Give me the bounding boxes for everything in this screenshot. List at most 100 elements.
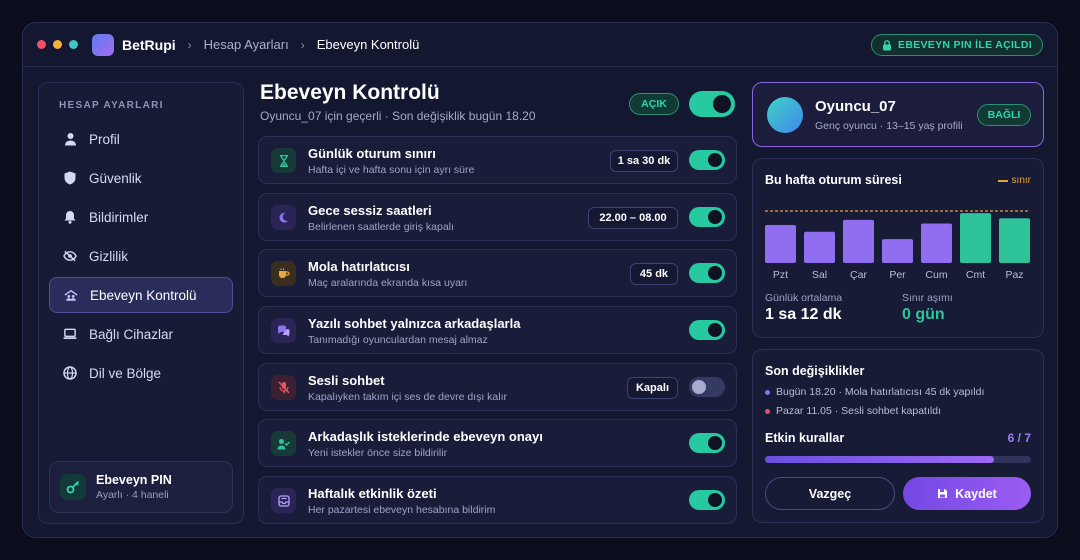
cancel-button[interactable]: Vazgeç — [765, 477, 895, 510]
rule-title: Yazılı sohbet yalnızca arkadaşlarla — [308, 316, 521, 331]
rule-subtitle: Tanımadığı oyunculardan mesaj almaz — [308, 334, 488, 346]
breadcrumb-parental-control: Ebeveyn Kontrolü — [316, 37, 420, 52]
usage-bar-chart: Pzt Sal Çar Per Cum Cmt Paz — [765, 210, 1030, 281]
sidebar-item-notifications[interactable]: Bildirimler — [49, 199, 233, 235]
rule-value-chip[interactable]: 22.00 – 08.00 — [588, 207, 678, 229]
floppy-icon — [938, 489, 948, 498]
save-button[interactable]: Kaydet — [903, 477, 1031, 510]
parent-pin-card[interactable]: Ebeveyn PIN Ayarlı · 4 haneli — [49, 461, 233, 513]
window-controls — [37, 40, 78, 49]
rule-value-chip[interactable]: 45 dk — [630, 263, 678, 285]
pin-badge-label: EBEVEYN PIN İLE AÇILDI — [898, 39, 1032, 51]
master-toggle[interactable] — [689, 91, 735, 117]
page-subtitle: Oyuncu_07 için geçerli · Son değişiklik … — [260, 109, 536, 123]
progress-fill — [765, 456, 994, 463]
rule-subtitle: Kapalıyken takım içi ses de devre dışı k… — [308, 391, 508, 403]
sidebar-item-label: Ebeveyn Kontrolü — [90, 287, 197, 303]
rule-toggle[interactable] — [689, 263, 725, 283]
sidebar-item-label: Güvenlik — [89, 170, 142, 186]
bar-Cum — [921, 223, 952, 263]
bar-Çar — [843, 219, 874, 263]
rule-value-chip[interactable]: 1 sa 30 dk — [610, 150, 678, 172]
avatar — [767, 97, 803, 133]
bar-Cmt — [960, 213, 991, 263]
rule-subtitle: Belirlenen saatlerde giriş kapalı — [308, 221, 454, 233]
family-icon — [64, 288, 78, 302]
limit-legend-swatch — [997, 179, 1008, 182]
brand-logo — [92, 33, 114, 56]
toggle-knob — [708, 153, 722, 167]
title-bar: BetRupi › Hesap Ayarları › Ebeveyn Kontr… — [23, 23, 1057, 67]
status-badge: AÇIK — [629, 93, 679, 115]
hourglass-icon — [271, 148, 296, 173]
sidebar-item-language-region[interactable]: Dil ve Bölge — [49, 355, 233, 391]
player-subtitle: Genç oyuncu · 13–15 yaş profili — [815, 120, 963, 132]
page-title: Ebeveyn Kontrolü — [260, 81, 440, 104]
daily-average-label: Günlük ortalama — [765, 292, 843, 304]
rule-title: Haftalık etkinlik özeti — [308, 486, 437, 501]
brand-name: BetRupi — [122, 36, 176, 53]
sidebar-item-security[interactable]: Güvenlik — [49, 160, 233, 196]
app-window: BetRupi › Hesap Ayarları › Ebeveyn Kontr… — [22, 22, 1058, 538]
usage-title: Bu hafta oturum süresi — [765, 173, 902, 187]
sidebar-item-label: Profil — [89, 131, 120, 147]
changes-title: Son değişiklikler — [765, 364, 865, 378]
rule-night-quiet-hours: Gece sessiz saatleri Belirlenen saatlerd… — [258, 193, 737, 241]
maximize-dot[interactable] — [69, 40, 78, 49]
bar-Sal — [804, 231, 835, 263]
sidebar-item-privacy[interactable]: Gizlilik — [49, 238, 233, 274]
mic-off-icon — [271, 375, 296, 400]
rule-toggle[interactable] — [689, 433, 725, 453]
x-tick-label: Pzt — [773, 269, 788, 281]
rule-toggle[interactable] — [689, 490, 725, 510]
shield-icon — [63, 171, 77, 185]
bullet-dot — [765, 408, 770, 414]
rule-toggle[interactable] — [689, 207, 725, 227]
rule-value-chip[interactable]: Kapalı — [627, 377, 678, 399]
moon-icon — [271, 205, 296, 230]
laptop-icon — [63, 327, 77, 341]
rule-title: Günlük oturum sınırı — [308, 146, 436, 161]
rule-toggle[interactable] — [689, 377, 725, 397]
limit-legend: sınır — [997, 175, 1031, 186]
minimize-dot[interactable] — [53, 40, 62, 49]
bar-Per — [882, 239, 913, 263]
bullet-dot — [765, 389, 770, 395]
sidebar-title: HESAP AYARLARI — [59, 100, 164, 111]
toggle-knob — [708, 266, 722, 280]
breadcrumb-account-settings[interactable]: Hesap Ayarları — [204, 37, 289, 52]
sidebar-item-parental-control[interactable]: Ebeveyn Kontrolü — [49, 277, 233, 313]
pin-title: Ebeveyn PIN — [96, 473, 172, 487]
user-check-icon — [271, 431, 296, 456]
rule-text-chat-friends: Yazılı sohbet yalnızca arkadaşlarla Tanı… — [258, 306, 737, 354]
rule-toggle[interactable] — [689, 150, 725, 170]
sidebar-item-profile[interactable]: Profil — [49, 121, 233, 157]
connected-badge: BAĞLI — [977, 104, 1031, 126]
active-rules-count: 6 / 7 — [1007, 431, 1031, 445]
x-tick-label: Çar — [850, 269, 867, 281]
rule-subtitle: Hafta içi ve hafta sonu için ayrı süre — [308, 164, 475, 176]
rule-subtitle: Maç aralarında ekranda kısa uyarı — [308, 277, 468, 289]
limit-exceed-label: Sınır aşımı — [902, 292, 953, 304]
rule-friend-request-approval: Arkadaşlık isteklerinde ebeveyn onayı Ye… — [258, 419, 737, 467]
sidebar-item-label: Bağlı Cihazlar — [89, 326, 174, 342]
player-profile-card[interactable]: Oyuncu_07 Genç oyuncu · 13–15 yaş profil… — [752, 82, 1044, 147]
coffee-icon — [271, 261, 296, 286]
bar-Pzt — [765, 225, 796, 263]
toggle-knob — [708, 493, 722, 507]
rule-toggle[interactable] — [689, 320, 725, 340]
settings-sidebar: HESAP AYARLARI Profil Güvenlik Bildiriml… — [38, 82, 244, 524]
pin-unlocked-badge: EBEVEYN PIN İLE AÇILDI — [871, 34, 1043, 56]
sidebar-item-devices[interactable]: Bağlı Cihazlar — [49, 316, 233, 352]
rule-voice-chat: Sesli sohbet Kapalıyken takım içi ses de… — [258, 363, 737, 411]
x-tick-label: Paz — [1005, 269, 1023, 281]
change-text: Pazar 11.05 · Sesli sohbet kapatıldı — [776, 405, 941, 417]
pin-subtitle: Ayarlı · 4 haneli — [96, 489, 169, 501]
recent-changes-card: Son değişiklikler Bugün 18.20 · Mola hat… — [752, 349, 1044, 523]
toggle-knob — [708, 210, 722, 224]
weekly-usage-card: Bu hafta oturum süresi sınır Pzt Sal Çar Pe… — [752, 158, 1044, 338]
close-dot[interactable] — [37, 40, 46, 49]
user-icon — [63, 132, 77, 146]
inbox-icon — [271, 488, 296, 513]
rule-break-reminder: Mola hatırlatıcısı Maç aralarında ekrand… — [258, 249, 737, 297]
